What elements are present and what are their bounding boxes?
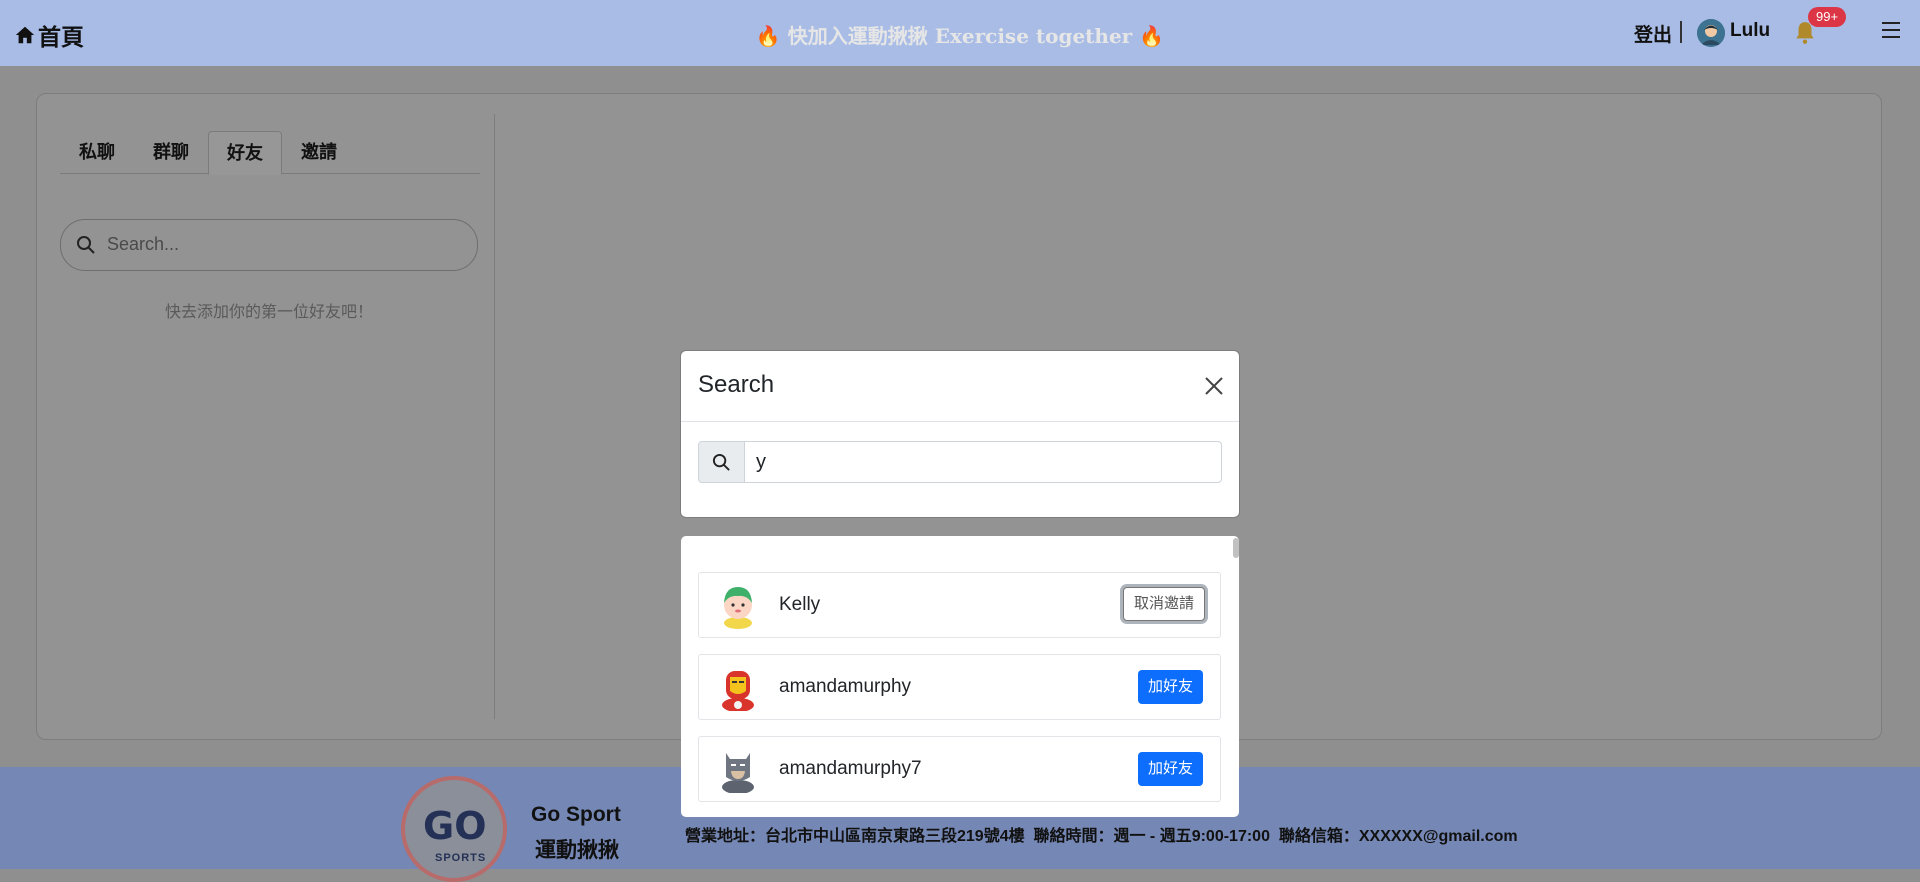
modal-title: Search	[698, 371, 775, 398]
search-icon	[712, 453, 730, 471]
go-sport-logo: GO SPORTS	[401, 776, 507, 882]
ironman-avatar-icon	[722, 671, 754, 711]
logo-text: GO	[423, 804, 487, 848]
empty-friends-message: 快去添加你的第一位好友吧！	[164, 304, 373, 321]
result-username: amandamurphy7	[779, 758, 922, 779]
notification-badge: 99+	[1808, 7, 1847, 27]
brand-name: Go Sport	[531, 803, 621, 826]
result-username: amandamurphy	[779, 676, 912, 697]
girl-avatar-icon	[724, 587, 752, 629]
friend-search-input[interactable]: Search...	[60, 219, 478, 271]
search-modal: Search y	[681, 351, 1239, 517]
tab-friends[interactable]: 好友	[208, 131, 282, 175]
user-search-group: y	[698, 441, 1222, 483]
avatar-icon	[1697, 19, 1725, 47]
contact-info: 營業地址：台北市中山區南京東路三段219號4樓 聯絡時間：週一 - 週五9:00…	[685, 828, 1518, 845]
banner-text: 快加入運動揪揪 Exercise together	[787, 24, 1133, 48]
sidebar-tabs: 私聊 群聊 好友 邀請	[60, 131, 480, 175]
result-row: amandamurphy 加好友	[698, 654, 1221, 720]
fire-icon: 🔥	[1139, 24, 1165, 48]
result-row: amandamurphy7 加好友	[698, 736, 1221, 802]
logo-subtext: SPORTS	[435, 852, 487, 864]
add-friend-button[interactable]: 加好友	[1137, 752, 1203, 786]
user-avatar[interactable]	[1697, 19, 1725, 47]
search-results[interactable]: Kelly 取消邀請 amandamurphy 加好友 amandamurphy…	[681, 536, 1239, 817]
menu-icon[interactable]	[1882, 22, 1900, 40]
chat-sidebar	[57, 114, 495, 719]
scrollbar-thumb[interactable]	[1233, 538, 1239, 558]
banner: 🔥 快加入運動揪揪 Exercise together 🔥	[0, 20, 1920, 49]
logout-link[interactable]: 登出	[1634, 20, 1672, 47]
cancel-invite-button[interactable]: 取消邀請	[1122, 587, 1205, 621]
add-friend-button[interactable]: 加好友	[1137, 670, 1203, 704]
nav-divider	[1680, 21, 1682, 43]
user-search-input[interactable]: y	[743, 441, 1222, 483]
search-icon	[77, 236, 95, 254]
search-addon	[698, 441, 745, 483]
close-icon[interactable]	[1203, 375, 1225, 397]
tab-group-chat[interactable]: 群聊	[134, 131, 208, 173]
navbar: 首頁 🔥 快加入運動揪揪 Exercise together 🔥 登出 Lulu…	[0, 0, 1920, 66]
result-username: Kelly	[779, 594, 821, 615]
fire-icon: 🔥	[755, 24, 781, 48]
result-row: Kelly 取消邀請	[698, 572, 1221, 638]
batman-avatar-icon	[722, 753, 754, 793]
brand-name-zh: 運動揪揪	[535, 839, 619, 862]
username[interactable]: Lulu	[1730, 20, 1770, 42]
search-query: y	[756, 451, 766, 473]
search-placeholder: Search...	[107, 234, 180, 254]
tab-private-chat[interactable]: 私聊	[60, 131, 134, 173]
modal-header: Search	[681, 351, 1239, 422]
tab-invitations[interactable]: 邀請	[282, 131, 356, 173]
